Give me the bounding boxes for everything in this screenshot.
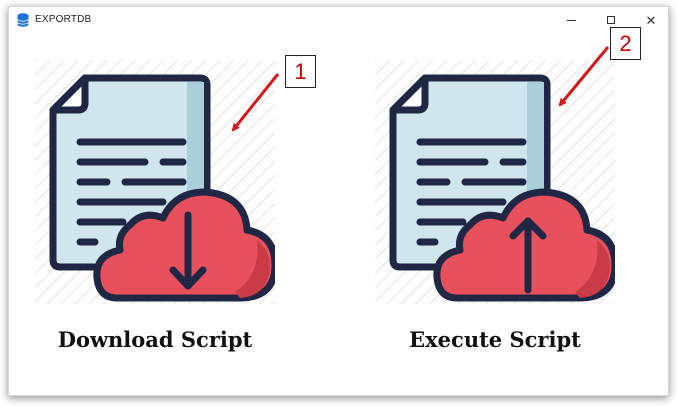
annotation-arrows (231, 46, 610, 132)
annotation-callout-1: 1 (285, 55, 316, 88)
annotation-callout-2: 2 (610, 27, 641, 60)
annotation-arrow-2 (558, 46, 610, 107)
annotation-arrow-1 (231, 73, 280, 132)
